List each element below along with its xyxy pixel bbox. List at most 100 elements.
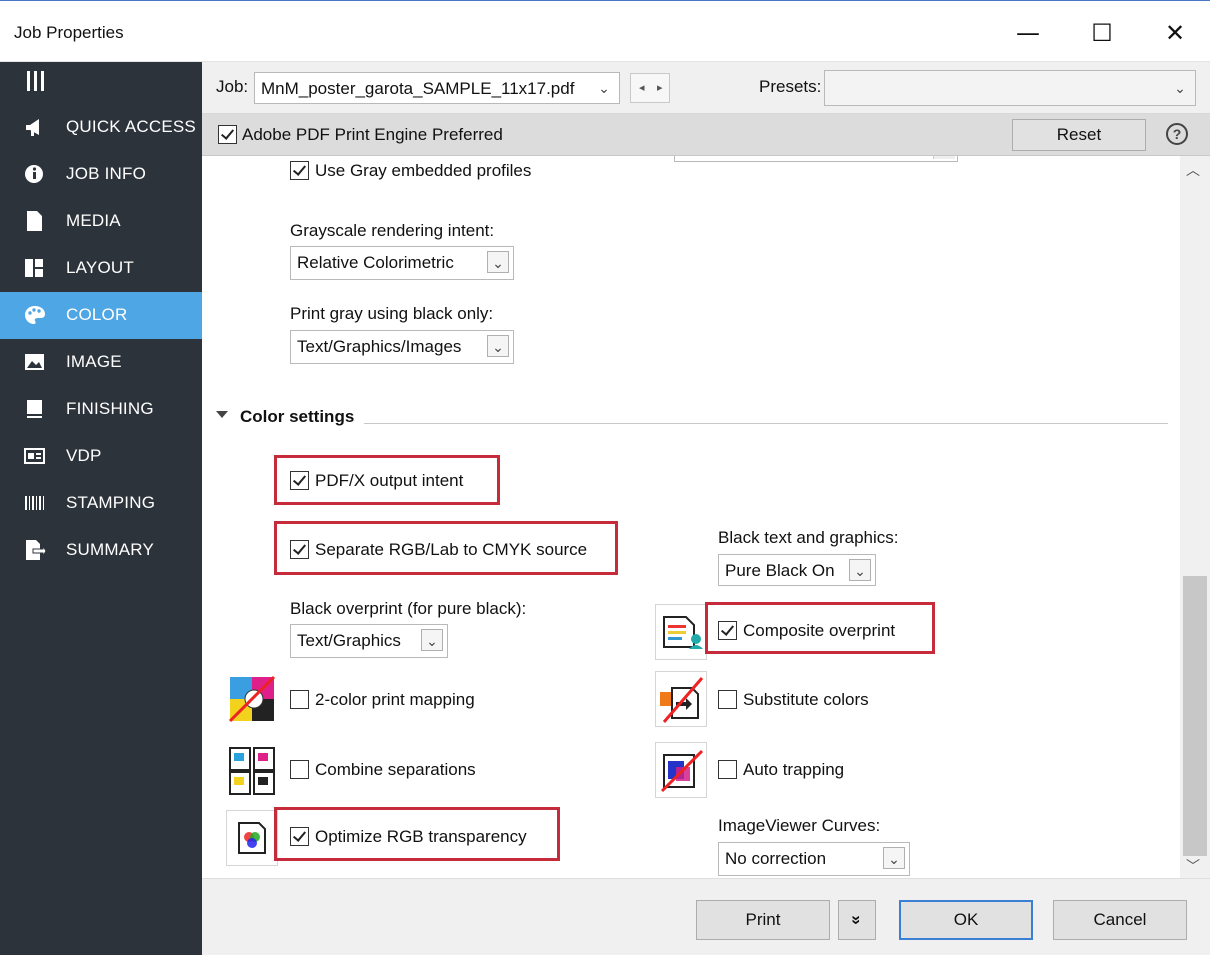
sidebar-item-label: FINISHING — [66, 399, 154, 418]
print-gray-select[interactable]: Text/Graphics/Images ⌄ — [290, 330, 514, 364]
optimize-rgb-label: Optimize RGB transparency — [315, 827, 527, 846]
sidebar-item-quick-access[interactable]: QUICK ACCESS — [0, 104, 202, 151]
imageviewer-curves-value: No correction — [725, 849, 827, 868]
scroll-down-icon[interactable]: ﹀ — [1186, 856, 1200, 876]
separate-rgb-label: Separate RGB/Lab to CMYK source — [315, 540, 588, 559]
help-icon[interactable]: ? — [1166, 123, 1188, 145]
sidebar-item-summary[interactable]: SUMMARY — [0, 527, 202, 574]
chevron-down-icon: ⌄ — [421, 629, 443, 651]
chevron-down-icon: ⌄ — [598, 80, 610, 96]
two-color-mapping-label: 2-color print mapping — [315, 690, 475, 709]
chevron-down-icon — [933, 156, 955, 159]
combine-separations-icon — [226, 742, 278, 798]
sidebar-item-label: STAMPING — [66, 493, 156, 512]
sidebar-item-label: SUMMARY — [66, 540, 154, 559]
grayscale-intent-label: Grayscale rendering intent: — [290, 221, 495, 240]
color-settings-panel: Use Gray embedded profiles Grayscale ren… — [202, 156, 1180, 878]
print-gray-value: Text/Graphics/Images — [297, 337, 462, 356]
print-button[interactable]: Print — [696, 900, 830, 940]
black-overprint-label: Black overprint (for pure black): — [290, 599, 527, 618]
chevron-down-icon: ⌄ — [487, 251, 509, 273]
grayscale-intent-value: Relative Colorimetric — [297, 253, 454, 272]
book-icon — [27, 400, 42, 418]
job-bar: Job: MnM_poster_garota_SAMPLE_11x17.pdf … — [202, 62, 1210, 114]
reset-button[interactable]: Reset — [1012, 119, 1146, 151]
black-overprint-select[interactable]: Text/Graphics ⌄ — [290, 624, 448, 658]
sidebar-item-layout[interactable]: LAYOUT — [0, 245, 202, 292]
combine-separations-checkbox[interactable] — [290, 760, 309, 779]
sidebar-collapse-icon[interactable] — [27, 67, 47, 95]
chevron-down-icon: ⌄ — [883, 847, 905, 869]
job-select[interactable]: MnM_poster_garota_SAMPLE_11x17.pdf ⌄ — [254, 72, 620, 104]
barcode-icon — [25, 496, 44, 510]
cancel-button-label: Cancel — [1093, 910, 1147, 929]
partial-dropdown[interactable] — [674, 156, 958, 162]
imageviewer-curves-select[interactable]: No correction ⌄ — [718, 842, 910, 876]
two-color-mapping-checkbox[interactable] — [290, 690, 309, 709]
imageviewer-curves-label: ImageViewer Curves: — [718, 816, 881, 835]
summary-icon — [26, 540, 46, 560]
print-button-label: Print — [745, 910, 781, 929]
two-color-mapping-icon — [226, 671, 278, 727]
auto-trapping-icon — [655, 742, 707, 798]
optimize-rgb-checkbox[interactable] — [290, 827, 309, 846]
sidebar-item-finishing[interactable]: FINISHING — [0, 386, 202, 433]
grayscale-intent-select[interactable]: Relative Colorimetric ⌄ — [290, 246, 514, 280]
maximize-button[interactable]: ☐ — [1072, 13, 1132, 53]
pdfx-output-intent-checkbox[interactable] — [290, 471, 309, 490]
window-title: Job Properties — [14, 23, 124, 42]
pdfx-output-intent-label: PDF/X output intent — [315, 471, 464, 490]
sidebar-item-label: JOB INFO — [66, 164, 146, 183]
sidebar-item-media[interactable]: MEDIA — [0, 198, 202, 245]
ok-button[interactable]: OK — [899, 900, 1033, 940]
sidebar-item-image[interactable]: IMAGE — [0, 339, 202, 386]
substitute-colors-checkbox[interactable] — [718, 690, 737, 709]
adobe-pdf-engine-label: Adobe PDF Print Engine Preferred — [242, 125, 503, 144]
scroll-thumb[interactable] — [1183, 576, 1207, 856]
sidebar-item-label: COLOR — [66, 305, 128, 324]
presets-label: Presets: — [759, 77, 822, 96]
composite-overprint-checkbox[interactable] — [718, 621, 737, 640]
auto-trapping-label: Auto trapping — [743, 760, 845, 779]
sidebar-item-job-info[interactable]: JOB INFO — [0, 151, 202, 198]
section-title-color-settings[interactable]: Color settings — [240, 407, 354, 427]
ok-button-label: OK — [953, 910, 979, 929]
image-icon — [25, 354, 44, 370]
megaphone-icon — [26, 119, 39, 136]
vertical-scrollbar[interactable]: ︿ ﹀ — [1180, 156, 1210, 878]
sidebar: QUICK ACCESS JOB INFO MEDIA LAYOUT COLOR… — [0, 62, 202, 955]
chevron-down-icon: ⌄ — [1174, 80, 1186, 96]
minimize-button[interactable]: — — [998, 13, 1058, 53]
use-gray-profiles-checkbox[interactable] — [290, 161, 309, 180]
composite-overprint-icon — [655, 604, 707, 660]
engine-bar: Adobe PDF Print Engine Preferred Reset ? — [202, 114, 1210, 156]
info-icon — [25, 165, 43, 183]
sidebar-item-stamping[interactable]: STAMPING — [0, 480, 202, 527]
reset-button-label: Reset — [1056, 125, 1102, 144]
black-text-select[interactable]: Pure Black On ⌄ — [718, 554, 876, 586]
print-gray-label: Print gray using black only: — [290, 304, 494, 323]
cancel-button[interactable]: Cancel — [1053, 900, 1187, 940]
chevron-down-icon: ⌄ — [849, 559, 871, 581]
substitute-colors-label: Substitute colors — [743, 690, 869, 709]
use-gray-profiles-label: Use Gray embedded profiles — [315, 161, 532, 180]
adobe-pdf-engine-checkbox[interactable] — [218, 125, 237, 144]
auto-trapping-checkbox[interactable] — [718, 760, 737, 779]
chevron-right-icon[interactable]: ▸ — [657, 81, 663, 94]
scroll-up-icon[interactable]: ︿ — [1186, 160, 1200, 180]
separate-rgb-checkbox[interactable] — [290, 540, 309, 559]
collapse-triangle-icon[interactable] — [216, 411, 228, 418]
print-options-button[interactable]: » — [838, 900, 876, 940]
sidebar-item-label: QUICK ACCESS — [66, 117, 196, 136]
chevron-down-icon: ⌄ — [487, 335, 509, 357]
black-text-value: Pure Black On — [725, 561, 835, 580]
chevron-left-icon[interactable]: ◂ — [639, 81, 645, 94]
presets-select[interactable]: ⌄ — [824, 70, 1196, 106]
sidebar-item-label: IMAGE — [66, 352, 122, 371]
sidebar-item-color[interactable]: COLOR — [0, 292, 202, 339]
job-nav-buttons: ◂ ▸ — [630, 73, 670, 103]
close-button[interactable]: ✕ — [1145, 13, 1205, 53]
sidebar-item-vdp[interactable]: VDP — [0, 433, 202, 480]
palette-icon — [25, 306, 45, 324]
dialog-footer: Print » OK Cancel — [202, 878, 1210, 955]
